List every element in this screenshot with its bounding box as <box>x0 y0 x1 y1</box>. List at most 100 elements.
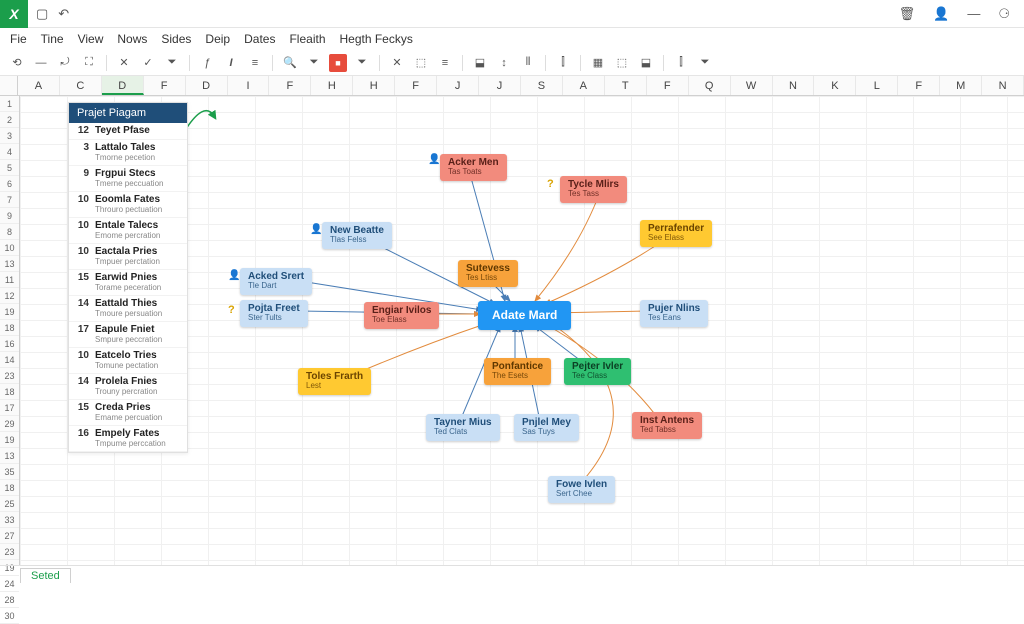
row-header[interactable]: 19 <box>0 432 19 448</box>
toolbar-button[interactable]: ▦ <box>589 54 607 72</box>
diagram-node[interactable]: Pojta Freet Ster Tults <box>240 300 308 327</box>
diagram-node[interactable]: Perrafender See Elass <box>640 220 712 247</box>
menu-item[interactable]: View <box>78 32 104 46</box>
user-icon[interactable]: 👤 <box>933 6 949 22</box>
column-header[interactable]: I <box>228 76 270 95</box>
row-header[interactable]: 17 <box>0 400 19 416</box>
column-header[interactable]: D <box>102 76 144 95</box>
row-header[interactable]: 7 <box>0 192 19 208</box>
toolbar-button[interactable]: ⏷ <box>163 54 181 72</box>
row-header[interactable]: 12 <box>0 288 19 304</box>
column-header[interactable]: A <box>18 76 60 95</box>
diagram-node[interactable]: Pujer Nlins Tes Eans <box>640 300 708 327</box>
row-header[interactable]: 11 <box>0 272 19 288</box>
row-header[interactable]: 23 <box>0 544 19 560</box>
row-header[interactable]: 9 <box>0 208 19 224</box>
toolbar-button[interactable]: ⛶ <box>80 54 98 72</box>
toolbar-button[interactable]: ✕ <box>388 54 406 72</box>
row-header[interactable]: 29 <box>0 416 19 432</box>
column-header[interactable]: N <box>982 76 1024 95</box>
row-header[interactable]: 10 <box>0 240 19 256</box>
list-item[interactable]: 17Eapule FnietSmpure peccration <box>69 322 187 348</box>
row-header[interactable]: 35 <box>0 464 19 480</box>
font-button[interactable]: ƒ <box>198 54 216 72</box>
column-header[interactable]: F <box>269 76 311 95</box>
row-header[interactable]: 30 <box>0 608 19 624</box>
toolbar-button[interactable]: ≡ <box>246 54 264 72</box>
row-header[interactable]: 5 <box>0 160 19 176</box>
menu-item[interactable]: Sides <box>161 32 191 46</box>
toolbar-button[interactable]: ⫿ <box>554 54 572 72</box>
row-header[interactable]: 2 <box>0 112 19 128</box>
menu-item[interactable]: Hegth Feckys <box>340 32 413 46</box>
menu-item[interactable]: Tine <box>41 32 64 46</box>
diagram-node[interactable]: Engiar Ivilos Toe Elass <box>364 302 439 329</box>
list-item[interactable]: 10Eoomla FatesThrouro pectuation <box>69 192 187 218</box>
row-header[interactable]: 8 <box>0 224 19 240</box>
diagram-node[interactable]: Sutevess Tes Ltiss <box>458 260 518 287</box>
list-item[interactable]: 3Lattalo TalesTmorne pecetion <box>69 140 187 166</box>
select-all-corner[interactable] <box>0 76 18 95</box>
list-item[interactable]: 12Teyet Pfase <box>69 123 187 140</box>
column-header[interactable]: J <box>437 76 479 95</box>
save-icon[interactable]: ▢ <box>36 6 48 22</box>
diagram-node[interactable]: Acker Men Tas Toats <box>440 154 507 181</box>
toolbar-button[interactable]: ⤾ <box>56 54 74 72</box>
grid-area[interactable]: Prajet Piagam 12Teyet Pfase3Lattalo Tale… <box>20 96 1024 565</box>
trash-icon[interactable]: 🗑 <box>899 6 916 22</box>
row-header[interactable]: 14 <box>0 352 19 368</box>
list-item[interactable]: 15Creda PriesEmame percuation <box>69 400 187 426</box>
menu-item[interactable]: Deip <box>205 32 230 46</box>
list-item[interactable]: 9Frgpui StecsTmerne peccuation <box>69 166 187 192</box>
list-item[interactable]: 15Earwid PniesTorame peceration <box>69 270 187 296</box>
row-header[interactable]: 13 <box>0 448 19 464</box>
menu-item[interactable]: Dates <box>244 32 275 46</box>
toolbar-button[interactable]: ⬓ <box>471 54 489 72</box>
toolbar-button[interactable]: ⫴ <box>519 54 537 72</box>
sheet-tab[interactable]: Seted <box>20 568 71 583</box>
column-header[interactable]: D <box>186 76 228 95</box>
row-header[interactable]: 1 <box>0 96 19 112</box>
app-icon[interactable]: X <box>0 0 28 28</box>
toolbar-button[interactable]: ↕ <box>495 54 513 72</box>
diagram-node[interactable]: Pnjlel Mey Sas Tuys <box>514 414 579 441</box>
column-header[interactable]: N <box>773 76 815 95</box>
row-header[interactable]: 25 <box>0 496 19 512</box>
diagram-node-center[interactable]: Adate Mard <box>478 301 571 330</box>
diagram-node[interactable]: Tayner Mius Ted Clats <box>426 414 500 441</box>
row-header[interactable]: 3 <box>0 128 19 144</box>
row-header[interactable]: 28 <box>0 592 19 608</box>
toolbar-button[interactable]: — <box>32 54 50 72</box>
account-icon[interactable]: ⚆ <box>998 6 1010 22</box>
row-header[interactable]: 13 <box>0 256 19 272</box>
row-header[interactable]: 19 <box>0 304 19 320</box>
diagram-node[interactable]: Inst Antens Ted Tabss <box>632 412 702 439</box>
menu-item[interactable]: Nows <box>117 32 147 46</box>
row-header[interactable]: 18 <box>0 320 19 336</box>
list-item[interactable]: 10Eatcelo TriesTomune pectation <box>69 348 187 374</box>
column-header[interactable]: H <box>353 76 395 95</box>
column-header[interactable]: H <box>311 76 353 95</box>
toolbar-button[interactable]: ⟲ <box>8 54 26 72</box>
row-header[interactable]: 18 <box>0 384 19 400</box>
column-header[interactable]: J <box>479 76 521 95</box>
row-header[interactable]: 6 <box>0 176 19 192</box>
column-header[interactable]: L <box>856 76 898 95</box>
toolbar-button[interactable]: ✕ <box>115 54 133 72</box>
diagram-node[interactable]: Fowe Ivlen Sert Chee <box>548 476 615 503</box>
spreadsheet-grid[interactable]: 1234567981013111219181614231817291913351… <box>0 96 1024 565</box>
toolbar-button[interactable]: ⬚ <box>412 54 430 72</box>
italic-button[interactable]: I <box>222 54 240 72</box>
toolbar-button[interactable]: ⫿ <box>672 54 690 72</box>
toolbar-button[interactable]: ✓ <box>139 54 157 72</box>
toolbar-button[interactable]: ⬓ <box>637 54 655 72</box>
row-header[interactable]: 4 <box>0 144 19 160</box>
zoom-button[interactable]: 🔍 <box>281 54 299 72</box>
undo-icon[interactable]: ↶ <box>58 6 69 22</box>
column-header[interactable]: F <box>144 76 186 95</box>
column-header[interactable]: C <box>60 76 102 95</box>
diagram-node[interactable]: Tycle Mlirs Tes Tass <box>560 176 627 203</box>
column-header[interactable]: Q <box>689 76 731 95</box>
column-header[interactable]: T <box>605 76 647 95</box>
menu-item[interactable]: Fleaith <box>289 32 325 46</box>
